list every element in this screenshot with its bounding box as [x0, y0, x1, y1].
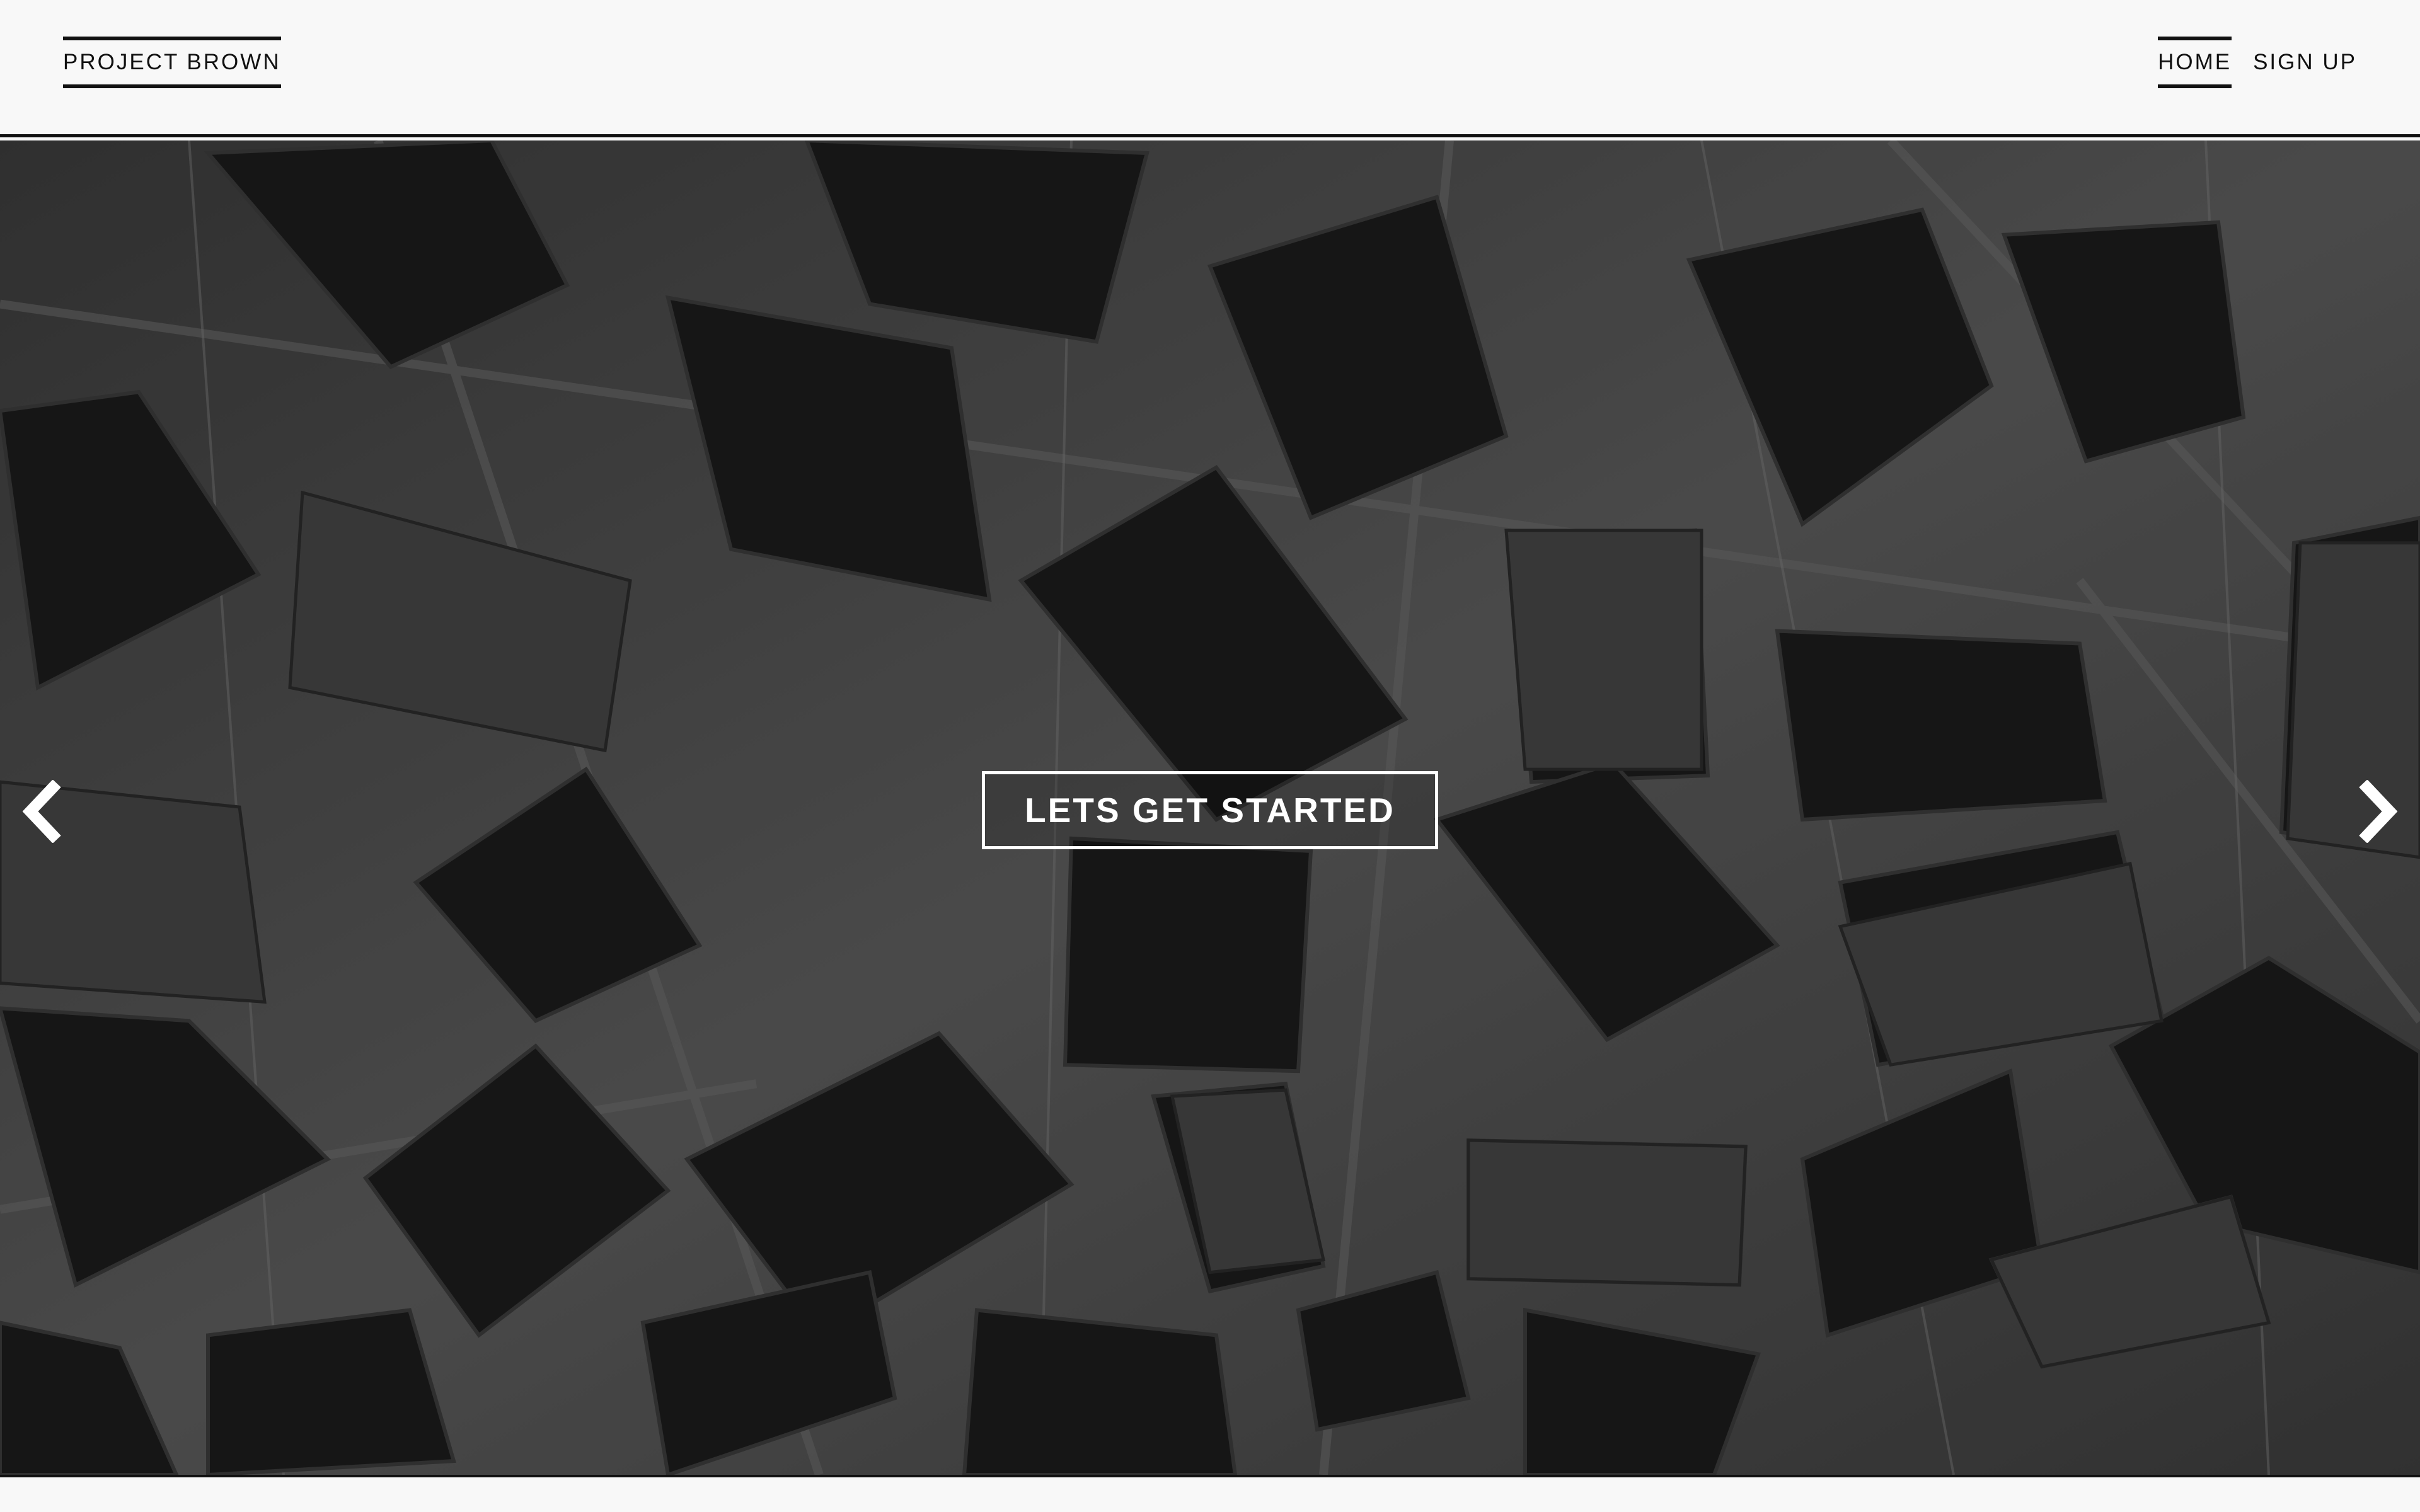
- carousel-prev-button[interactable]: [14, 777, 71, 846]
- main-nav: HOME SIGN UP: [2158, 37, 2357, 88]
- nav-home-link[interactable]: HOME: [2158, 37, 2232, 88]
- hero-carousel: LETS GET STARTED: [0, 140, 2420, 1477]
- page-bottom-strip: [0, 1480, 2420, 1512]
- chevron-right-icon: [2359, 780, 2398, 843]
- nav-sign-up-link[interactable]: SIGN UP: [2253, 37, 2357, 88]
- site-header: PROJECT BROWN HOME SIGN UP: [0, 0, 2420, 137]
- chevron-left-icon: [22, 780, 61, 843]
- carousel-next-button[interactable]: [2349, 777, 2406, 846]
- lets-get-started-button[interactable]: LETS GET STARTED: [982, 771, 1438, 849]
- brand-logo-link[interactable]: PROJECT BROWN: [63, 37, 281, 88]
